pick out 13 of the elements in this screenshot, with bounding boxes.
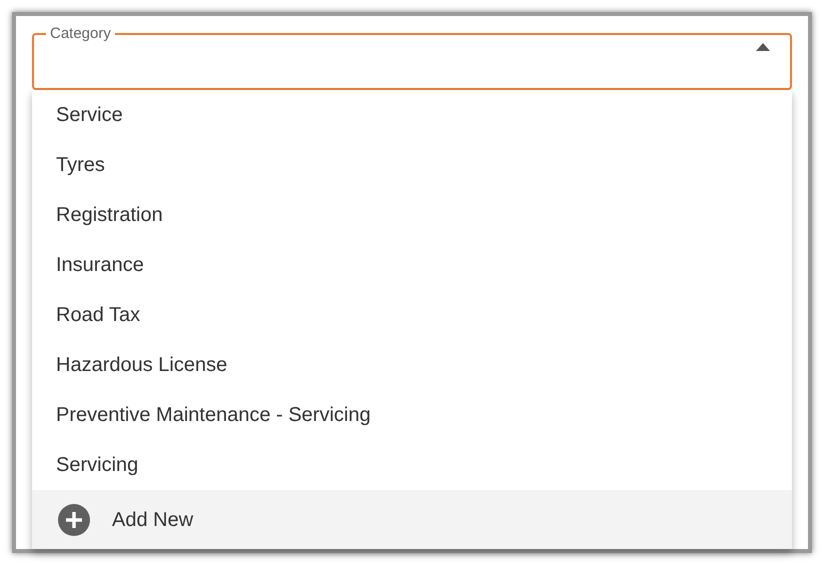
menu-option[interactable]: Insurance (32, 240, 792, 290)
menu-option[interactable]: Hazardous License (32, 340, 792, 390)
category-field[interactable]: Category (32, 25, 792, 90)
field-label: Category (49, 25, 112, 43)
menu-option[interactable]: Road Tax (32, 290, 792, 340)
caret-icon (756, 43, 770, 51)
menu-option[interactable]: Registration (32, 190, 792, 240)
menu-option[interactable]: Preventive Maintenance - Servicing (32, 390, 792, 440)
add-new-option[interactable]: Add New (32, 490, 792, 549)
menu-option[interactable]: Servicing (32, 440, 792, 490)
menu-option[interactable]: Service (32, 90, 792, 140)
plus-circle-icon (58, 504, 90, 536)
menu-option[interactable]: Tyres (32, 140, 792, 190)
